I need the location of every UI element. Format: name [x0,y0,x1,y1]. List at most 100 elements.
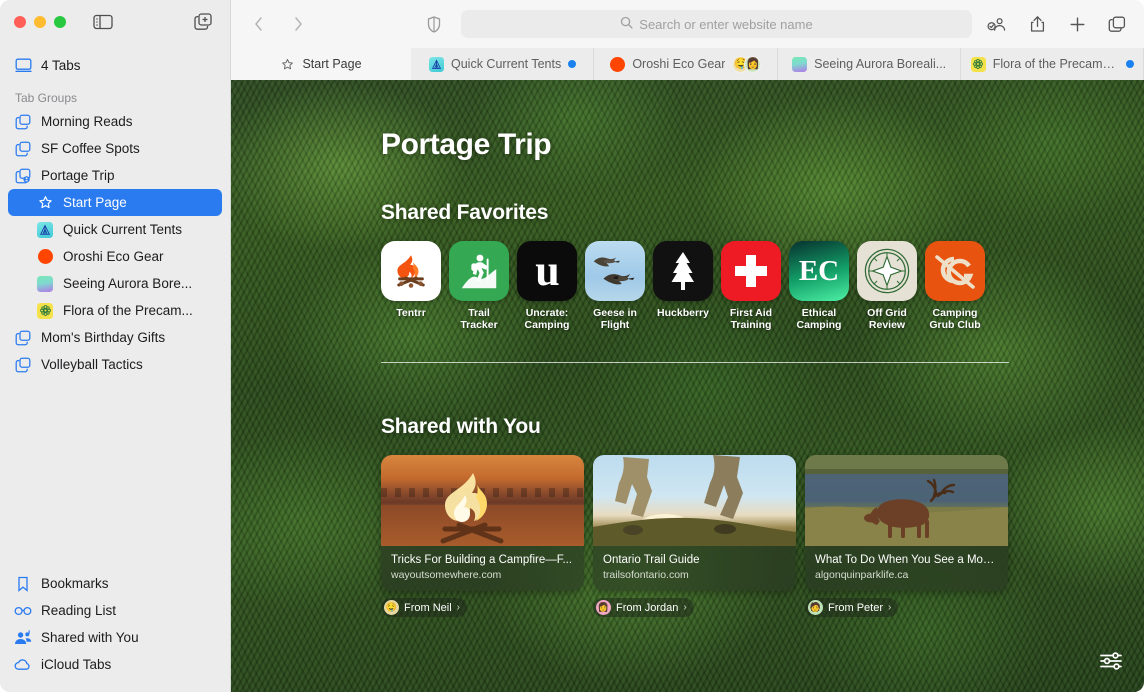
share-group-icon[interactable] [986,13,1008,35]
favorite-camping-grub-club[interactable]: Camping Grub Club [925,241,985,331]
campfire-photo [381,455,584,546]
card-title: What To Do When You See a Moo... [815,554,998,566]
tab-group-icon [14,329,32,347]
page-title: Portage Trip [381,128,552,161]
minimize-button[interactable] [34,16,46,28]
zoom-button[interactable] [54,16,66,28]
sidebar-item-label: Morning Reads [41,114,133,129]
new-tab-group-icon[interactable] [192,12,214,32]
favorite-tentrr[interactable]: Tentrr [381,241,441,331]
favicon-tent-icon [429,56,444,72]
tab-oroshi-eco-gear[interactable]: Oroshi Eco Gear 🤤 👩 [594,48,778,80]
shared-with-you-icon [14,629,32,647]
start-page-settings-icon[interactable] [1096,648,1126,674]
sidebar-item-portage-trip[interactable]: Portage Trip [8,162,222,189]
bookmark-icon [14,575,32,593]
back-button[interactable] [245,11,271,37]
favorite-label: First Aid Training [729,307,773,331]
favicon-circle-icon [36,248,54,266]
sidebar-item-morning-reads[interactable]: Morning Reads [8,108,222,135]
favorite-first-aid-training[interactable]: First Aid Training [721,241,781,331]
sidebar-section-header: Tab Groups [15,91,78,105]
sidebar-item-bookmarks[interactable]: Bookmarks [8,570,222,597]
sidebar-item-label: Bookmarks [41,576,109,591]
sidebar-item-seeing-aurora[interactable]: Seeing Aurora Bore... [8,270,222,297]
sidebar-item-shared-with-you[interactable]: Shared with You [8,624,222,651]
star-icon [280,57,295,72]
sidebar-item-tabs[interactable]: 4 Tabs [8,52,222,79]
browser-toolbar: Search or enter website name [231,0,1144,48]
moose-lake-photo [805,455,1008,546]
tab-flora-precambrian[interactable]: Flora of the Precambi... [960,48,1144,80]
tab-quick-current-tents[interactable]: Quick Current Tents [411,48,595,80]
avatar: 👩 [744,55,762,73]
chevron-right-icon: › [683,602,687,613]
shared-card-ontario-trail-guide[interactable]: Ontario Trail Guide trailsofontario.com … [593,455,796,617]
hiker-icon [449,241,509,301]
avatar: 🤤 [384,600,399,615]
sidebar-item-icloud-tabs[interactable]: iCloud Tabs [8,651,222,678]
tab-label: Start Page [302,57,362,71]
favorite-ethical-camping[interactable]: EC Ethical Camping [789,241,849,331]
campfire-icon [381,241,441,301]
favorite-label: Tentrr [396,307,426,319]
favorite-trail-tracker[interactable]: Trail Tracker [449,241,509,331]
shared-card-moose[interactable]: What To Do When You See a Moo... algonqu… [805,455,1008,617]
pine-tree-icon [653,241,713,301]
sidebar-toggle-icon[interactable] [92,12,114,32]
new-tab-plus-icon[interactable] [1066,13,1088,35]
tab-label: Quick Current Tents [451,57,562,71]
sidebar-item-label: Quick Current Tents [63,222,183,237]
sidebar-item-label: iCloud Tabs [41,657,112,672]
glasses-icon [14,602,32,620]
close-button[interactable] [14,16,26,28]
sidebar-item-label: Shared with You [41,630,139,645]
card-shared-by[interactable]: 🤤 From Neil › [381,598,468,617]
ec-monogram-icon: EC [789,241,849,301]
tab-group-icon [14,113,32,131]
star-icon [36,194,54,212]
favicon-gradient-icon [36,275,54,293]
search-icon [620,16,633,32]
compass-icon [857,241,917,301]
card-shared-by[interactable]: 🧑 From Peter › [805,598,899,617]
sidebar-item-reading-list[interactable]: Reading List [8,597,222,624]
card-url: wayoutsomewhere.com [391,569,502,581]
sidebar-item-label: Reading List [41,603,117,618]
shared-favorites-heading: Shared Favorites [381,201,549,224]
shared-card-campfire[interactable]: Tricks For Building a Campfire—F... wayo… [381,455,584,617]
letter-u-icon: u [517,241,577,301]
favorite-uncrate-camping[interactable]: u Uncrate: Camping [517,241,577,331]
card-shared-by-label: From Neil [404,601,452,614]
sidebar-item-oroshi-eco-gear[interactable]: Oroshi Eco Gear [8,243,222,270]
sidebar-item-volleyball-tactics[interactable]: Volleyball Tactics [8,351,222,378]
tab-label: Oroshi Eco Gear [632,57,726,71]
favorite-huckberry[interactable]: Huckberry [653,241,713,331]
sidebar-scroll: 4 Tabs Tab Groups Morning Reads SF Coffe… [0,44,230,570]
sidebar-item-start-page[interactable]: Start Page [8,189,222,216]
sidebar-item-flora[interactable]: Flora of the Precam... [8,297,222,324]
favorite-geese-in-flight[interactable]: Geese in Flight [585,241,645,331]
chevron-right-icon: › [456,602,461,613]
sidebar-item-sf-coffee-spots[interactable]: SF Coffee Spots [8,135,222,162]
forward-button[interactable] [285,11,311,37]
share-icon[interactable] [1026,13,1048,35]
cloud-icon [14,656,32,674]
tab-label: Flora of the Precambi... [992,57,1119,71]
tab-start-page[interactable]: Start Page [231,48,411,80]
unread-dot-icon [568,60,577,68]
sidebar-item-label: Flora of the Precam... [63,303,193,318]
sidebar-item-moms-birthday-gifts[interactable]: Mom's Birthday Gifts [8,324,222,351]
sidebar-item-quick-current-tents[interactable]: Quick Current Tents [8,216,222,243]
tab-overview-icon[interactable] [1106,13,1128,35]
address-bar-placeholder: Search or enter website name [639,16,813,32]
favorite-off-grid-review[interactable]: Off Grid Review [857,241,917,331]
tab-bar: Start Page Quick Current Tents Oroshi Ec… [231,48,1144,80]
tab-seeing-aurora[interactable]: Seeing Aurora Boreali... [777,48,961,80]
privacy-shield-icon[interactable] [421,11,447,37]
address-bar[interactable]: Search or enter website name [461,10,972,38]
hikers-sunset-photo [593,455,796,546]
card-shared-by[interactable]: 👩 From Jordan › [593,598,694,617]
unread-dot-icon [1126,60,1134,68]
shared-with-you-cards: Tricks For Building a Campfire—F... wayo… [381,455,1009,617]
